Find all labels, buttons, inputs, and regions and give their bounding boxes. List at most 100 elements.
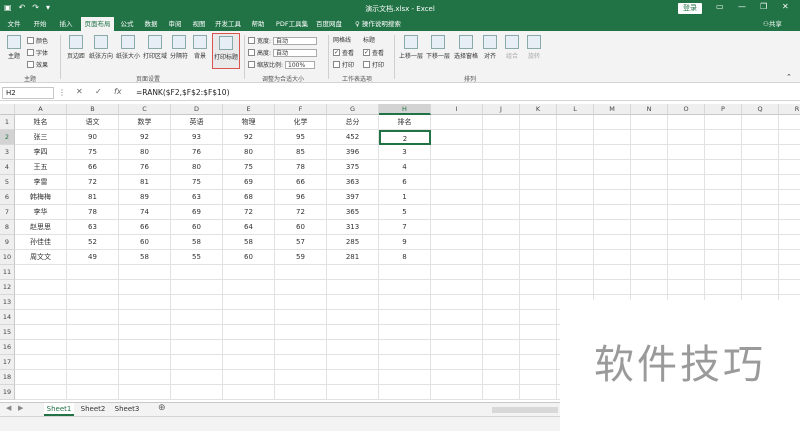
table-cell[interactable]: 物理: [223, 115, 275, 130]
table-cell[interactable]: 75: [67, 145, 119, 160]
table-cell[interactable]: 姓名: [15, 115, 67, 130]
table-cell[interactable]: 92: [119, 130, 171, 145]
empty-cell[interactable]: [779, 145, 800, 160]
empty-cell[interactable]: [668, 160, 705, 175]
row-header[interactable]: 14: [0, 310, 15, 325]
background-button[interactable]: 背景: [190, 35, 210, 60]
empty-cell[interactable]: [520, 325, 557, 340]
tab-insert[interactable]: 插入: [56, 17, 76, 31]
row-header[interactable]: 9: [0, 235, 15, 250]
collapse-ribbon-icon[interactable]: ⌃: [786, 73, 792, 81]
tab-review[interactable]: 审阅: [165, 17, 185, 31]
table-cell[interactable]: 63: [67, 220, 119, 235]
sheet-tab-sheet1[interactable]: Sheet1: [44, 403, 74, 416]
table-cell[interactable]: 452: [327, 130, 379, 145]
table-cell[interactable]: 66: [67, 160, 119, 175]
table-cell[interactable]: 8: [379, 250, 431, 265]
empty-cell[interactable]: [520, 310, 557, 325]
empty-cell[interactable]: [779, 280, 800, 295]
next-sheet-icon[interactable]: ▶: [18, 404, 23, 412]
restore-icon[interactable]: ❐: [760, 2, 767, 11]
empty-cell[interactable]: [705, 205, 742, 220]
empty-cell[interactable]: [779, 250, 800, 265]
column-header[interactable]: E: [223, 104, 275, 115]
column-header[interactable]: H: [379, 104, 431, 115]
empty-cell[interactable]: [327, 265, 379, 280]
table-cell[interactable]: 排名: [379, 115, 431, 130]
empty-cell[interactable]: [431, 175, 483, 190]
table-cell[interactable]: 7: [379, 220, 431, 235]
login-button[interactable]: 登录: [678, 3, 702, 14]
empty-cell[interactable]: [431, 205, 483, 220]
empty-cell[interactable]: [779, 265, 800, 280]
empty-cell[interactable]: [275, 385, 327, 400]
empty-cell[interactable]: [779, 220, 800, 235]
empty-cell[interactable]: [631, 220, 668, 235]
tab-formulas[interactable]: 公式: [117, 17, 137, 31]
empty-cell[interactable]: [379, 265, 431, 280]
empty-cell[interactable]: [557, 130, 594, 145]
empty-cell[interactable]: [67, 325, 119, 340]
empty-cell[interactable]: [668, 175, 705, 190]
column-header[interactable]: G: [327, 104, 379, 115]
table-cell[interactable]: 周文文: [15, 250, 67, 265]
table-cell[interactable]: 1: [379, 190, 431, 205]
empty-cell[interactable]: [275, 370, 327, 385]
empty-cell[interactable]: [483, 310, 520, 325]
empty-cell[interactable]: [705, 250, 742, 265]
empty-cell[interactable]: [520, 115, 557, 130]
table-cell[interactable]: 80: [223, 145, 275, 160]
table-cell[interactable]: 2: [379, 130, 431, 145]
empty-cell[interactable]: [557, 175, 594, 190]
table-cell[interactable]: 赵思思: [15, 220, 67, 235]
breaks-button[interactable]: 分隔符: [169, 35, 189, 60]
empty-cell[interactable]: [742, 205, 779, 220]
table-cell[interactable]: 96: [275, 190, 327, 205]
bring-forward-button[interactable]: 上移一层: [398, 35, 424, 60]
row-header[interactable]: 13: [0, 295, 15, 310]
empty-cell[interactable]: [275, 265, 327, 280]
empty-cell[interactable]: [594, 280, 631, 295]
table-cell[interactable]: 89: [119, 190, 171, 205]
empty-cell[interactable]: [779, 235, 800, 250]
table-cell[interactable]: 80: [119, 145, 171, 160]
empty-cell[interactable]: [223, 325, 275, 340]
empty-cell[interactable]: [520, 295, 557, 310]
print-area-button[interactable]: 打印区域: [142, 35, 168, 60]
table-cell[interactable]: 375: [327, 160, 379, 175]
name-box[interactable]: H2: [2, 87, 54, 99]
empty-cell[interactable]: [275, 295, 327, 310]
empty-cell[interactable]: [557, 235, 594, 250]
empty-cell[interactable]: [483, 340, 520, 355]
empty-cell[interactable]: [379, 280, 431, 295]
close-icon[interactable]: ✕: [782, 2, 789, 11]
table-cell[interactable]: 化学: [275, 115, 327, 130]
table-cell[interactable]: 76: [171, 145, 223, 160]
empty-cell[interactable]: [431, 160, 483, 175]
empty-cell[interactable]: [119, 295, 171, 310]
empty-cell[interactable]: [631, 190, 668, 205]
empty-cell[interactable]: [631, 175, 668, 190]
rotate-button[interactable]: 旋转: [524, 35, 544, 60]
table-cell[interactable]: 李雷: [15, 175, 67, 190]
row-header[interactable]: 16: [0, 340, 15, 355]
empty-cell[interactable]: [594, 115, 631, 130]
empty-cell[interactable]: [520, 370, 557, 385]
empty-cell[interactable]: [742, 250, 779, 265]
empty-cell[interactable]: [431, 325, 483, 340]
empty-cell[interactable]: [119, 310, 171, 325]
empty-cell[interactable]: [705, 235, 742, 250]
empty-cell[interactable]: [431, 295, 483, 310]
empty-cell[interactable]: [431, 280, 483, 295]
empty-cell[interactable]: [705, 220, 742, 235]
empty-cell[interactable]: [557, 205, 594, 220]
cancel-icon[interactable]: ✕: [76, 87, 83, 96]
empty-cell[interactable]: [15, 280, 67, 295]
empty-cell[interactable]: [171, 355, 223, 370]
empty-cell[interactable]: [171, 370, 223, 385]
empty-cell[interactable]: [742, 190, 779, 205]
empty-cell[interactable]: [520, 205, 557, 220]
empty-cell[interactable]: [483, 325, 520, 340]
empty-cell[interactable]: [483, 205, 520, 220]
select-all-corner[interactable]: [0, 104, 15, 115]
